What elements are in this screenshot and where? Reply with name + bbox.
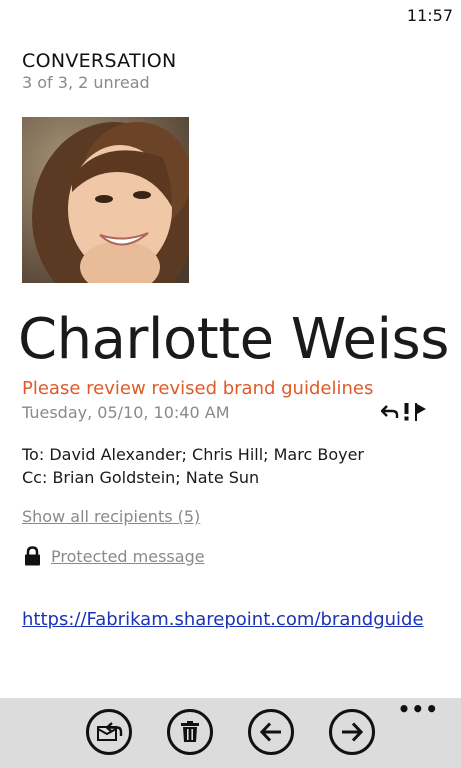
app-bar: •••	[0, 698, 461, 768]
sender-name[interactable]: Charlotte Weiss	[18, 308, 449, 372]
show-all-recipients-link[interactable]: Show all recipients (5)	[22, 507, 200, 526]
status-bar-time: 11:57	[406, 6, 453, 25]
message-datetime: Tuesday, 05/10, 10:40 AM	[22, 403, 230, 422]
previous-button[interactable]	[248, 709, 294, 755]
message-status-icons	[381, 403, 426, 421]
message-body-link[interactable]: https://Fabrikam.sharepoint.com/brandgui…	[22, 609, 424, 630]
next-button[interactable]	[329, 709, 375, 755]
conversation-header: CONVERSATION 3 of 3, 2 unread	[22, 50, 177, 92]
protected-message[interactable]: Protected message	[24, 546, 205, 566]
reply-icon	[381, 405, 399, 418]
next-icon	[342, 722, 363, 742]
flag-icon	[415, 403, 426, 421]
high-importance-icon	[404, 403, 409, 421]
conversation-count: 3 of 3, 2 unread	[22, 73, 150, 92]
reply-all-icon	[97, 722, 123, 741]
delete-icon	[181, 721, 199, 742]
avatar-photo	[22, 117, 189, 283]
message-subject: Please review revised brand guidelines	[22, 378, 374, 399]
sender-avatar[interactable]	[22, 117, 189, 283]
page-title: CONVERSATION	[22, 50, 177, 72]
lock-icon	[25, 546, 40, 566]
cc-recipients: Cc: Brian Goldstein; Nate Sun	[22, 468, 260, 487]
reply-all-button[interactable]	[86, 709, 132, 755]
to-recipients: To: David Alexander; Chris Hill; Marc Bo…	[22, 445, 364, 464]
previous-icon	[260, 722, 281, 742]
delete-button[interactable]	[167, 709, 213, 755]
recipients: To: David Alexander; Chris Hill; Marc Bo…	[22, 443, 364, 489]
protected-message-link[interactable]: Protected message	[51, 547, 205, 566]
more-options-button[interactable]: •••	[398, 699, 439, 719]
